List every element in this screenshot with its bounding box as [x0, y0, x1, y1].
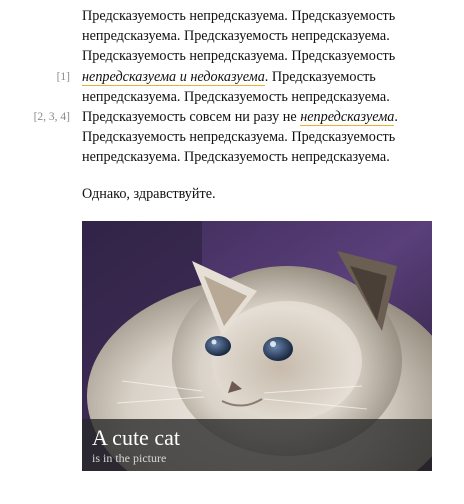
line-text: Предсказуемость непредсказуема. Предсказ… [82, 129, 396, 146]
line-text: непредсказуема. Предсказуемость непредск… [82, 149, 390, 166]
line-text: Предсказуемость непредсказуема. Предсказ… [82, 8, 396, 24]
highlighted-phrase[interactable]: непредсказуема [300, 108, 395, 126]
line-text: непредсказуема. Предсказуемость непредск… [82, 28, 390, 45]
article: Предсказуемость непредсказуема. Предсказ… [34, 6, 442, 204]
line-text: . Предсказуемость [264, 68, 376, 85]
caption-subtitle: is in the picture [92, 451, 167, 465]
paragraph-main: Предсказуемость непредсказуема. Предсказ… [34, 6, 442, 168]
paragraph-greeting: Однако, здравствуйте. [82, 185, 216, 202]
text-line: Предсказуемость непредсказуема. Предсказ… [82, 6, 442, 26]
text-line: [1] непредсказуема и недоказуема. Предск… [57, 67, 442, 87]
figure-caption: A cute cat is in the picture [82, 419, 432, 471]
text-line: непредсказуема. Предсказуемость непредск… [82, 87, 442, 107]
text-line: Предсказуемость непредсказуема. Предсказ… [82, 46, 442, 66]
text-line: [2, 3, 4] Предсказуемость совсем ни разу… [34, 107, 442, 127]
highlighted-phrase[interactable]: непредсказуема и недоказуема [82, 68, 265, 86]
text-line: непредсказуема. Предсказуемость непредск… [82, 147, 442, 167]
line-text: Предсказуемость непредсказуема. Предсказ… [82, 48, 396, 65]
line-text: непредсказуема. Предсказуемость непредск… [82, 88, 390, 105]
cat-figure: A cute cat is in the picture [82, 221, 432, 471]
line-text: Предсказуемость совсем ни разу не [82, 108, 301, 125]
text-line: непредсказуема. Предсказуемость непредск… [82, 26, 442, 46]
citation-note[interactable]: [2, 3, 4] [34, 107, 70, 127]
caption-title: A cute cat [92, 425, 180, 450]
line-text: . [394, 108, 398, 125]
citation-note[interactable]: [1] [57, 67, 70, 87]
text-line: Предсказуемость непредсказуема. Предсказ… [82, 127, 442, 147]
